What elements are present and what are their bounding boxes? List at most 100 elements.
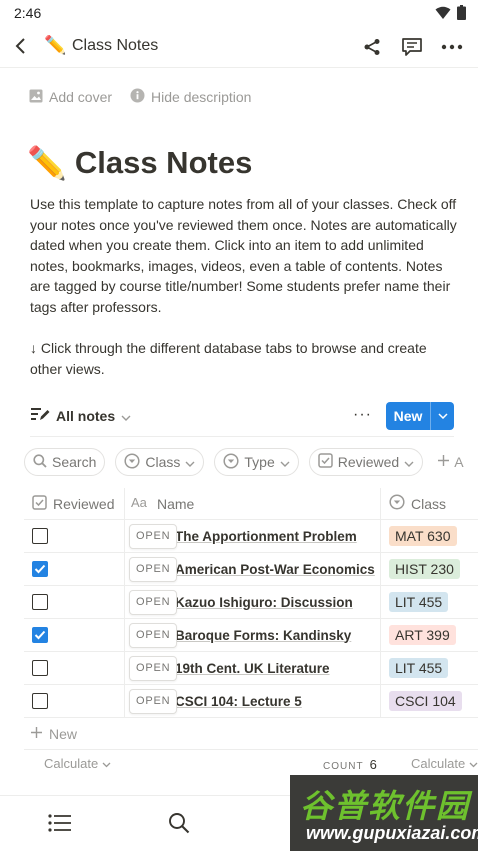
page-emoji-icon: ✏️ — [44, 35, 67, 55]
reviewed-cell[interactable] — [24, 586, 124, 619]
class-cell[interactable]: MAT 630 — [380, 519, 478, 553]
share-icon[interactable] — [360, 35, 384, 59]
page-hint: ↓ Click through the different database t… — [30, 340, 427, 377]
type-filter-chip[interactable]: Type — [214, 448, 299, 476]
chevron-down-icon — [185, 454, 195, 470]
add-filter-label: A — [454, 454, 464, 470]
reviewed-checkbox[interactable] — [32, 561, 48, 577]
count-value: 6 — [369, 757, 377, 772]
note-title[interactable]: The Apportionment Problem — [175, 529, 357, 544]
more-options-icon[interactable] — [440, 35, 464, 59]
table-row[interactable]: 19th Cent. UK Literature OPEN LIT 455 — [24, 651, 478, 685]
class-tag: MAT 630 — [389, 526, 457, 546]
watermark-url: www.gupuxiazai.com — [306, 823, 478, 843]
class-cell[interactable]: ART 399 — [380, 618, 478, 652]
table-row[interactable]: American Post-War Economics OPEN HIST 23… — [24, 552, 478, 586]
table-row[interactable]: The Apportionment Problem OPEN MAT 630 — [24, 519, 478, 553]
chevron-down-icon — [404, 454, 414, 470]
column-header-reviewed[interactable]: Reviewed — [24, 488, 124, 520]
chevron-down-icon — [280, 454, 290, 470]
select-property-icon — [389, 494, 405, 513]
new-button-label[interactable]: New — [386, 402, 430, 430]
column-header-name[interactable]: Aa Name — [124, 487, 380, 520]
note-title[interactable]: American Post-War Economics — [175, 562, 375, 577]
open-button[interactable]: OPEN — [129, 556, 178, 582]
app-bar-actions — [360, 35, 464, 59]
class-cell[interactable]: CSCI 104 — [380, 684, 478, 718]
name-cell[interactable]: American Post-War Economics OPEN — [124, 552, 380, 586]
note-title[interactable]: Kazuo Ishiguro: Discussion — [175, 595, 353, 610]
name-clip: Baroque Forms: Kandinsky — [175, 619, 351, 652]
hide-description-button[interactable]: Hide description — [130, 88, 251, 106]
open-button[interactable]: OPEN — [129, 622, 178, 648]
wifi-icon — [435, 6, 451, 25]
search-icon[interactable] — [166, 810, 192, 836]
column-label: Reviewed — [53, 495, 115, 512]
reviewed-filter-label: Reviewed — [337, 454, 400, 470]
search-chip[interactable]: Search — [24, 448, 106, 476]
name-cell[interactable]: CSCI 104: Lecture 5 OPEN — [124, 684, 380, 718]
class-tag: CSCI 104 — [389, 691, 462, 711]
class-tag: LIT 455 — [389, 592, 449, 612]
reviewed-cell[interactable] — [24, 553, 124, 586]
reviewed-cell[interactable] — [24, 685, 124, 718]
page-description: Use this template to capture notes from … — [30, 196, 457, 315]
back-arrow-icon[interactable] — [8, 34, 32, 58]
open-button[interactable]: OPEN — [129, 655, 178, 681]
table-row[interactable]: Kazuo Ishiguro: Discussion OPEN LIT 455 — [24, 585, 478, 619]
class-filter-chip[interactable]: Class — [115, 448, 205, 476]
pencil-icon[interactable]: ✏️ — [27, 144, 67, 182]
column-label: Class — [411, 495, 447, 512]
reviewed-checkbox[interactable] — [32, 594, 48, 610]
page-title[interactable]: Class Notes — [75, 145, 252, 181]
table-row[interactable]: Baroque Forms: Kandinsky OPEN ART 399 — [24, 618, 478, 652]
add-filter-button[interactable]: A — [433, 448, 467, 476]
reviewed-cell[interactable] — [24, 652, 124, 685]
divider — [30, 436, 454, 437]
reviewed-checkbox[interactable] — [32, 627, 48, 643]
table-row[interactable]: CSCI 104: Lecture 5 OPEN CSCI 104 — [24, 684, 478, 718]
name-cell[interactable]: Baroque Forms: Kandinsky OPEN — [124, 618, 380, 652]
add-row-button[interactable]: New — [24, 718, 478, 750]
reviewed-checkbox[interactable] — [32, 660, 48, 676]
plus-icon — [437, 454, 450, 470]
add-cover-button[interactable]: Add cover — [29, 88, 112, 106]
reviewed-cell[interactable] — [24, 619, 124, 652]
table-body: The Apportionment Problem OPEN MAT 630 A… — [24, 519, 478, 718]
text-property-icon: Aa — [131, 495, 151, 512]
reviewed-checkbox[interactable] — [32, 528, 48, 544]
note-title[interactable]: 19th Cent. UK Literature — [175, 661, 330, 676]
note-title[interactable]: Baroque Forms: Kandinsky — [175, 628, 351, 643]
calculate-label: Calculate — [411, 756, 466, 771]
note-title[interactable]: CSCI 104: Lecture 5 — [175, 694, 302, 709]
count-summary[interactable]: COUNT 6 — [323, 757, 377, 772]
class-cell[interactable]: LIT 455 — [380, 585, 478, 619]
new-button[interactable]: New — [386, 402, 454, 430]
name-clip: CSCI 104: Lecture 5 — [175, 685, 302, 718]
class-cell[interactable]: HIST 230 — [380, 552, 478, 586]
column-header-class[interactable]: Class — [380, 487, 478, 520]
calculate-class-button[interactable]: Calculate — [411, 756, 478, 771]
chevron-down-icon[interactable] — [430, 402, 454, 430]
reviewed-cell[interactable] — [24, 520, 124, 553]
calculate-reviewed-button[interactable]: Calculate — [44, 756, 111, 771]
check-icon — [34, 564, 46, 574]
list-icon[interactable] — [47, 810, 73, 836]
search-icon — [33, 453, 47, 471]
app-bar-title[interactable]: Class Notes — [72, 37, 158, 55]
view-selector[interactable]: All notes — [30, 406, 131, 425]
filter-bar: Search Class Type Reviewed A — [24, 448, 468, 476]
open-button[interactable]: OPEN — [129, 523, 178, 549]
image-icon — [29, 89, 43, 106]
open-button[interactable]: OPEN — [129, 589, 178, 615]
reviewed-filter-chip[interactable]: Reviewed — [308, 448, 424, 476]
reviewed-checkbox[interactable] — [32, 693, 48, 709]
name-cell[interactable]: The Apportionment Problem OPEN — [124, 519, 380, 553]
class-cell[interactable]: LIT 455 — [380, 651, 478, 685]
name-clip: The Apportionment Problem — [175, 520, 357, 553]
open-button[interactable]: OPEN — [129, 688, 178, 714]
name-cell[interactable]: Kazuo Ishiguro: Discussion OPEN — [124, 585, 380, 619]
comment-icon[interactable] — [400, 35, 424, 59]
name-cell[interactable]: 19th Cent. UK Literature OPEN — [124, 651, 380, 685]
database-more-button[interactable]: ··· — [353, 406, 372, 424]
